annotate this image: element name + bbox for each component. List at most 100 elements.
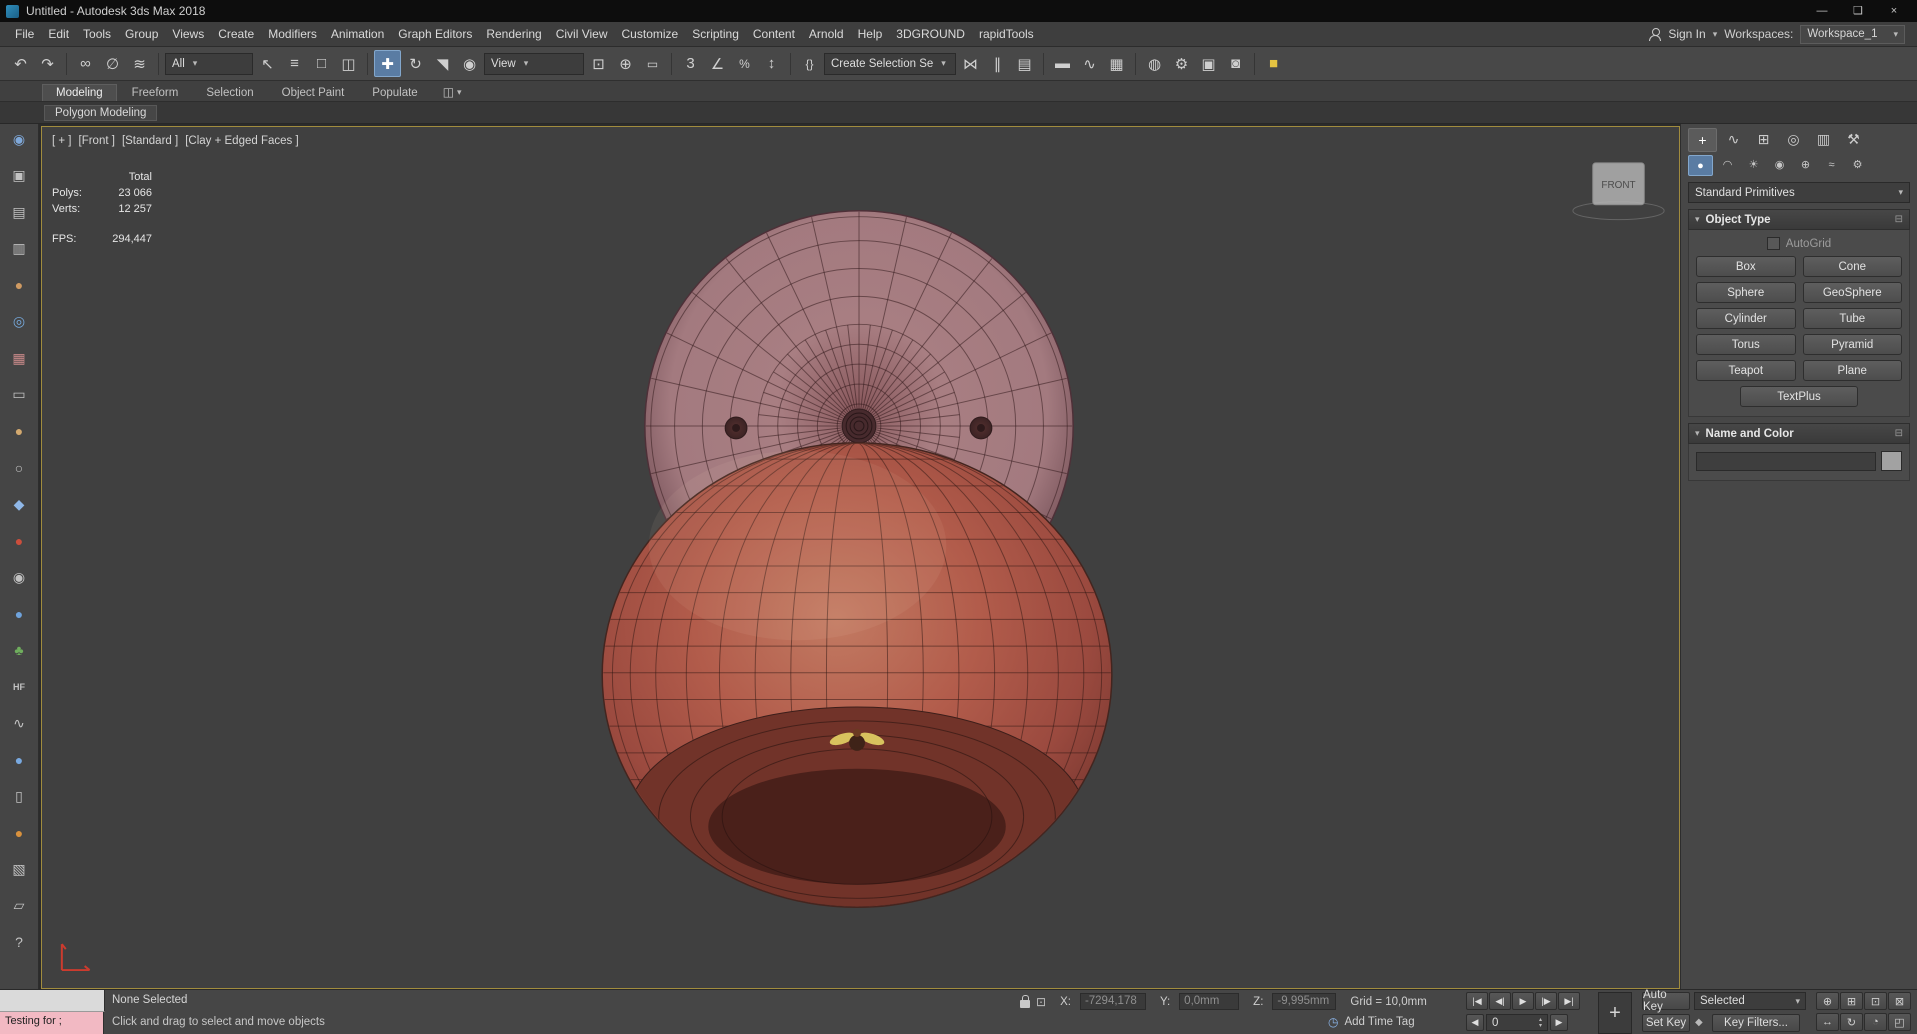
geosphere-button[interactable]: GeoSphere (1803, 282, 1903, 303)
custom-script-icon[interactable]: ■ (1261, 51, 1286, 76)
select-and-rotate-icon[interactable]: ↻ (403, 51, 428, 76)
swirl-tool-icon[interactable]: ◎ (7, 310, 31, 334)
select-and-place-icon[interactable]: ◉ (457, 51, 482, 76)
menu-customize[interactable]: Customize (615, 24, 686, 44)
edit-named-selections-icon[interactable]: {} (797, 51, 822, 76)
panel-tool-icon[interactable]: ▱ (7, 894, 31, 918)
cylinder-button[interactable]: Cylinder (1696, 308, 1796, 329)
helpers-category-icon[interactable]: ⊕ (1794, 155, 1817, 174)
foliage-tool-icon[interactable]: ♣ (7, 638, 31, 662)
absolute-mode-icon[interactable]: ⊡ (1036, 995, 1046, 1009)
time-configuration-button[interactable]: + (1598, 992, 1632, 1034)
redo-icon[interactable]: ↷ (35, 51, 60, 76)
mirror-icon[interactable]: ⋈ (958, 51, 983, 76)
selection-filter-dropdown[interactable]: All ▾ (165, 53, 253, 75)
y-coordinate-field[interactable]: 0,0mm (1179, 993, 1239, 1010)
box-button[interactable]: Box (1696, 256, 1796, 277)
torus-button[interactable]: Torus (1696, 334, 1796, 355)
tab-object-paint[interactable]: Object Paint (269, 85, 358, 101)
utilities-tab-icon[interactable]: ⚒ (1840, 128, 1867, 150)
set-key-mode-icon[interactable]: ◆ (1695, 1017, 1703, 1028)
curve-editor-icon[interactable]: ∿ (1077, 51, 1102, 76)
zoom-region-icon[interactable]: ⊠ (1888, 992, 1911, 1010)
object-color-swatch[interactable] (1881, 451, 1902, 471)
teapot-button[interactable]: Teapot (1696, 360, 1796, 381)
x-coordinate-field[interactable]: -7294,178 (1080, 993, 1146, 1010)
maximize-viewport-icon[interactable]: ◰ (1888, 1013, 1911, 1031)
viewport-preset-menu[interactable]: [Standard ] (122, 135, 178, 147)
gem-material-icon[interactable]: ◆ (7, 492, 31, 516)
create-tab-icon[interactable]: + (1688, 128, 1717, 152)
object-name-field[interactable] (1696, 452, 1876, 471)
clay-sphere-icon[interactable]: ● (7, 273, 31, 297)
set-key-button[interactable]: Set Key (1642, 1014, 1690, 1032)
previous-key-icon[interactable]: ◀| (1489, 992, 1511, 1010)
name-color-rollout-header[interactable]: ▾ Name and Color ⊟ (1688, 423, 1910, 444)
display-tab-icon[interactable]: ▥ (1810, 128, 1837, 150)
red-sphere-icon[interactable]: ● (7, 529, 31, 553)
schematic-view-icon[interactable]: ▦ (1104, 51, 1129, 76)
torus-tool-icon[interactable]: ○ (7, 456, 31, 480)
viewport-layout-icon[interactable]: ▣ (7, 164, 31, 188)
spacewarps-category-icon[interactable]: ≈ (1820, 155, 1843, 174)
named-selection-dropdown[interactable]: Create Selection Se ▾ (824, 53, 956, 75)
align-icon[interactable]: ∥ (985, 51, 1010, 76)
sphere-button[interactable]: Sphere (1696, 282, 1796, 303)
minimize-icon[interactable]: — (1805, 2, 1839, 20)
motion-tab-icon[interactable]: ◎ (1780, 128, 1807, 150)
spinner-snap-icon[interactable]: ↕ (759, 51, 784, 76)
close-icon[interactable]: × (1877, 2, 1911, 20)
ribbon-config-dropdown[interactable]: ◫ ▾ (443, 85, 462, 101)
window-crossing-icon[interactable]: ◫ (336, 51, 361, 76)
tab-modeling[interactable]: Modeling (42, 84, 117, 101)
grid-tool-icon[interactable]: ▤ (7, 200, 31, 224)
sphere-tan-icon[interactable]: ● (7, 419, 31, 443)
menu-animation[interactable]: Animation (324, 24, 391, 44)
selection-set-dropdown[interactable]: Selected ▾ (1694, 992, 1806, 1010)
textplus-button[interactable]: TextPlus (1740, 386, 1857, 407)
curve-tool-icon[interactable]: ∿ (7, 711, 31, 735)
percent-snap-icon[interactable]: % (732, 51, 757, 76)
color-dot-icon[interactable]: ● (7, 821, 31, 845)
previous-frame-icon[interactable]: ◀ (1466, 1014, 1484, 1031)
go-to-end-icon[interactable]: ▶| (1558, 992, 1580, 1010)
shapes-category-icon[interactable]: ◠ (1716, 155, 1739, 174)
render-setup-icon[interactable]: ⚙ (1169, 51, 1194, 76)
pan-icon[interactable]: ↔ (1816, 1013, 1839, 1031)
object-type-rollout-header[interactable]: ▾ Object Type ⊟ (1688, 209, 1910, 230)
selection-region-icon[interactable]: □ (309, 51, 334, 76)
clipboard-tool-icon[interactable]: ▯ (7, 784, 31, 808)
menu-edit[interactable]: Edit (41, 24, 76, 44)
plane-button[interactable]: Plane (1803, 360, 1903, 381)
scene-explorer-icon[interactable]: ◉ (7, 127, 31, 151)
vi8ewport-pov-menu[interactable]: [Front ] (79, 135, 115, 147)
keyboard-override-icon[interactable]: ▭ (640, 51, 665, 76)
menu-tools[interactable]: Tools (76, 24, 118, 44)
hierarchy-tab-icon[interactable]: ⊞ (1750, 128, 1777, 150)
polygon-modeling-panel[interactable]: Polygon Modeling (44, 105, 157, 121)
use-pivot-center-icon[interactable]: ⊡ (586, 51, 611, 76)
key-filters-button[interactable]: Key Filters... (1712, 1014, 1800, 1032)
menu-modifiers[interactable]: Modifiers (261, 24, 324, 44)
menu-scripting[interactable]: Scripting (685, 24, 746, 44)
menu-group[interactable]: Group (118, 24, 165, 44)
plane-tool-icon[interactable]: ▭ (7, 383, 31, 407)
workspace-dropdown[interactable]: Workspace_1 ▾ (1800, 25, 1905, 44)
tube-button[interactable]: Tube (1803, 308, 1903, 329)
next-key-icon[interactable]: |▶ (1535, 992, 1557, 1010)
selection-lock-icon[interactable] (1020, 1000, 1030, 1008)
sign-in-caret-icon[interactable]: ▾ (1713, 29, 1718, 40)
next-frame-icon[interactable]: ▶ (1550, 1014, 1568, 1031)
help-icon[interactable]: ? (7, 930, 31, 954)
viewport-front[interactable]: FRONT [ + ] [Front ] [Standard ] [Clay +… (41, 126, 1680, 989)
material-editor-icon[interactable]: ◍ (1142, 51, 1167, 76)
maxscript-mini-listener-top[interactable] (0, 990, 105, 1012)
zoom-all-icon[interactable]: ⊞ (1840, 992, 1863, 1010)
orb-tool-icon[interactable]: ● (7, 748, 31, 772)
bind-to-spacewarp-icon[interactable]: ≋ (127, 51, 152, 76)
cube-tool-icon[interactable]: ▧ (7, 857, 31, 881)
tab-selection[interactable]: Selection (193, 85, 266, 101)
unlink-selection-icon[interactable]: ∅ (100, 51, 125, 76)
maximize-icon[interactable]: ❑ (1841, 2, 1875, 20)
select-by-name-icon[interactable]: ≡ (282, 51, 307, 76)
